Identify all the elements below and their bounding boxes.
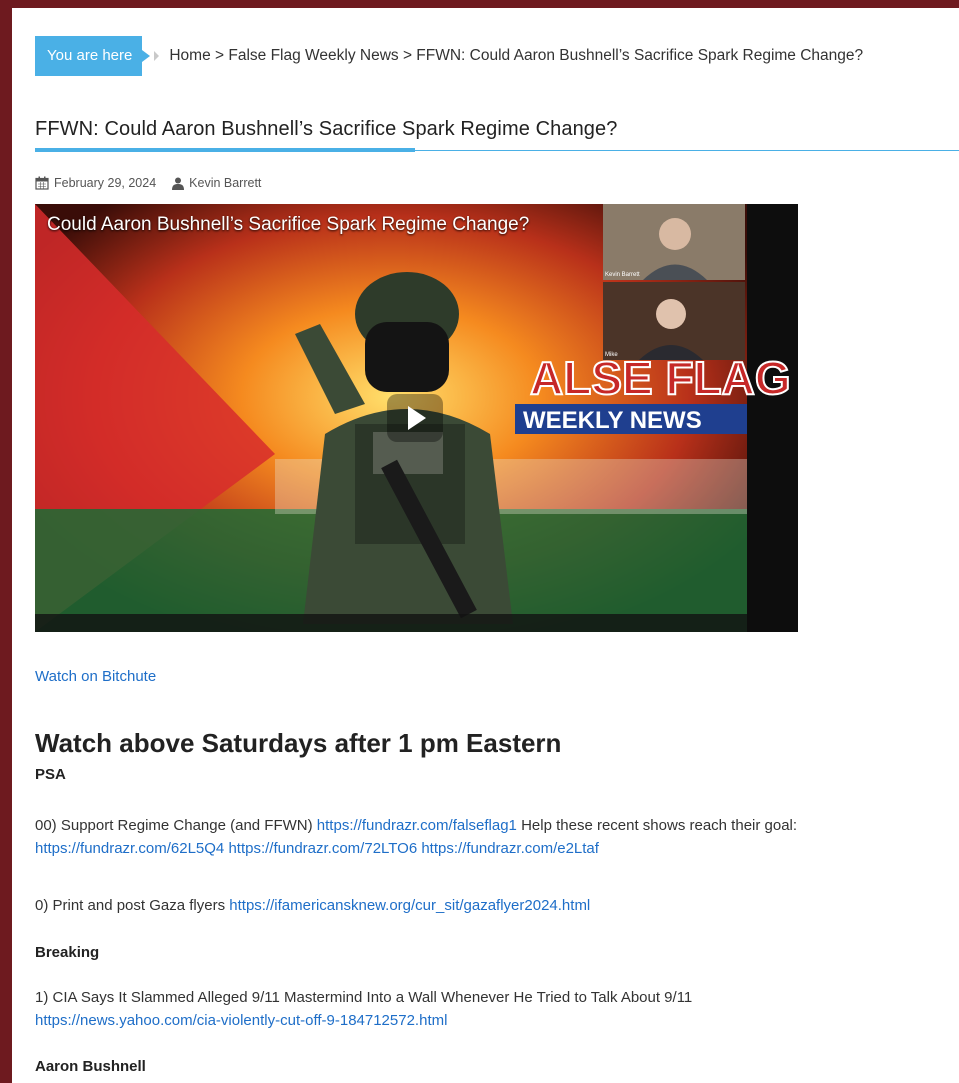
breadcrumb-path[interactable]: Home > False Flag Weekly News > FFWN: Co… [169, 47, 863, 65]
top-border [0, 0, 959, 8]
breadcrumb-arrow-icon [154, 51, 160, 61]
user-icon [172, 177, 185, 190]
section-heading: Watch above Saturdays after 1 pm Eastern [35, 728, 562, 758]
link-fundrazr-e2ltaf[interactable]: https://fundrazr.com/e2Ltaf [421, 840, 599, 857]
item-1: 1) CIA Says It Slammed Alleged 9/11 Mast… [35, 986, 935, 1032]
post-meta: February 29, 2024 Kevin Barrett [35, 176, 261, 190]
link-yahoo-cia[interactable]: https://news.yahoo.com/cia-violently-cut… [35, 1012, 447, 1029]
item-00-text2: Help these recent shows reach their goal… [516, 817, 798, 834]
video-player[interactable]: ALSE FLAG WEEKLY NEWS Kevin Barrett Mike… [35, 204, 798, 632]
link-gaza-flyer[interactable]: https://ifamericansknew.org/cur_sit/gaza… [229, 897, 590, 914]
breadcrumb: You are here Home > False Flag Weekly Ne… [35, 36, 959, 76]
item-1-text: 1) CIA Says It Slammed Alleged 9/11 Mast… [35, 989, 693, 1006]
play-icon[interactable] [387, 394, 443, 442]
psa-label: PSA [35, 766, 66, 783]
inset-label-mike: Mike [605, 352, 618, 358]
post-date[interactable]: February 29, 2024 [54, 176, 156, 190]
left-border [0, 0, 12, 1083]
item-00-text: 00) Support Regime Change (and FFWN) [35, 817, 317, 834]
webcam-inset-kevin: Kevin Barrett [603, 204, 745, 280]
link-fundrazr-62l5q4[interactable]: https://fundrazr.com/62L5Q4 [35, 840, 224, 857]
page-title: FFWN: Could Aaron Bushnell’s Sacrifice S… [35, 118, 618, 140]
title-accent-bar [35, 148, 415, 152]
calendar-icon [35, 176, 49, 190]
main-content: You are here Home > False Flag Weekly Ne… [12, 8, 959, 1083]
post-author[interactable]: Kevin Barrett [189, 176, 261, 190]
item-0: 0) Print and post Gaza flyers https://if… [35, 894, 935, 917]
item-00: 00) Support Regime Change (and FFWN) htt… [35, 814, 935, 860]
watch-on-bitchute-link[interactable]: Watch on Bitchute [35, 668, 156, 685]
person-icon [603, 282, 745, 360]
aaron-bushnell-label: Aaron Bushnell [35, 1058, 146, 1075]
inset-label-kevin: Kevin Barrett [605, 272, 640, 278]
webcam-inset-mike: Mike [603, 282, 745, 360]
video-title[interactable]: Could Aaron Bushnell’s Sacrifice Spark R… [47, 214, 529, 236]
item-0-text: 0) Print and post Gaza flyers [35, 897, 230, 914]
person-icon [603, 204, 745, 280]
logo-line2: WEEKLY NEWS [523, 407, 702, 434]
you-are-here-label: You are here [35, 36, 151, 76]
link-fundrazr-falseflag1[interactable]: https://fundrazr.com/falseflag1 [317, 817, 517, 834]
breaking-label: Breaking [35, 944, 100, 961]
link-fundrazr-72lto6[interactable]: https://fundrazr.com/72LTO6 [228, 840, 417, 857]
